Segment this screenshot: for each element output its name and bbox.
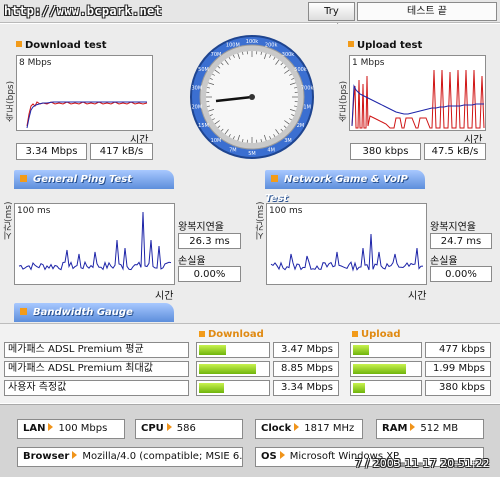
download-speed-bytes: 417 kB/s xyxy=(90,143,153,160)
gauge-tick-label: 1M xyxy=(303,105,311,111)
upload-value: 380 kbps xyxy=(425,380,491,396)
game-rtt-value: 24.7 ms xyxy=(430,233,492,249)
browser-info: Browser Mozilla/4.0 (compatible; MSIE 6.0 xyxy=(17,447,243,467)
ping-rtt-value: 26.3 ms xyxy=(178,233,241,249)
test-end-status: 테스트 끝 xyxy=(357,2,497,21)
gauge-tick-label: 5M xyxy=(248,151,256,157)
ping-chart: 100 ms xyxy=(14,203,175,285)
ping-series xyxy=(18,211,172,271)
try-again-button[interactable]: Try again xyxy=(308,2,355,34)
arrow-icon xyxy=(279,451,285,459)
gauge-tick-label: 20M xyxy=(192,105,203,111)
upload-bar-fill xyxy=(353,345,369,355)
ping-loss-label: 손실율 xyxy=(178,256,206,267)
site-url: http://www.bcpark.net xyxy=(4,4,163,18)
cpu-info: CPU 586 xyxy=(135,419,243,439)
upload-speed-bps: 380 kbps xyxy=(350,143,421,160)
download-bar xyxy=(196,361,270,377)
arrow-icon xyxy=(410,423,416,431)
bandwidth-download-header: Download xyxy=(199,329,264,340)
upload-chart: 1 Mbps xyxy=(349,55,486,131)
speed-gauge: 100k 200k 300k 500k 700k 1M 2M 3M 4M 5M 7M 10M 15M 20… xyxy=(190,35,314,159)
gauge-tick-label: 70M xyxy=(211,52,222,58)
tab-network-game-voip-test[interactable]: Network Game & VoIP Test xyxy=(265,170,425,204)
game-chart: 100 ms xyxy=(266,203,427,285)
download-test-title: Download test xyxy=(16,40,107,51)
bullet-icon xyxy=(199,331,205,337)
arrow-icon xyxy=(294,423,300,431)
bandwidth-row-label: 메가패스 ADSL Premium 최대값 xyxy=(4,361,189,377)
download-speed-bps: 3.34 Mbps xyxy=(16,143,87,160)
lan-info: LAN 100 Mbps xyxy=(17,419,125,439)
upload-series-red xyxy=(351,69,485,129)
download-bar-fill xyxy=(199,383,224,393)
gauge-pivot xyxy=(249,94,255,100)
bandwidth-upload-header: Upload xyxy=(352,329,400,340)
bullet-icon xyxy=(271,175,278,182)
gauge-tick-label: 700k xyxy=(301,85,314,91)
download-bar-fill xyxy=(199,345,226,355)
bullet-icon xyxy=(20,175,27,182)
game-loss-value: 0.00% xyxy=(430,266,492,282)
arrow-icon xyxy=(48,423,54,431)
ping-plot xyxy=(18,211,172,271)
gauge-tick-label: 500k xyxy=(294,67,307,73)
game-x-axis-label: 시간 xyxy=(408,291,427,302)
tab-bandwidth-gauge[interactable]: Bandwidth Gauge xyxy=(14,303,174,322)
gauge-tick-label: 2M xyxy=(297,123,305,129)
gauge-tick-label: 3M xyxy=(284,138,292,144)
download-series-red xyxy=(26,101,148,127)
ping-rtt-label: 왕복지연율 xyxy=(178,222,224,233)
gauge-tick-label: 30M xyxy=(192,85,203,91)
bullet-icon xyxy=(16,41,22,47)
bullet-icon xyxy=(20,308,27,315)
upload-speed-bytes: 47.5 kB/s xyxy=(424,143,486,160)
clock-info: Clock 1817 MHz xyxy=(255,419,363,439)
game-loss-label: 손실율 xyxy=(430,256,458,267)
download-value: 3.47 Mbps xyxy=(273,342,339,358)
gauge-tick-label: 50M xyxy=(198,67,209,73)
gauge-tick-label: 7M xyxy=(229,148,237,154)
arrow-icon xyxy=(72,451,78,459)
upload-bar-fill xyxy=(353,364,406,374)
download-chart: 8 Mbps xyxy=(16,55,153,131)
upload-value: 477 kbps xyxy=(425,342,491,358)
download-bar xyxy=(196,380,270,396)
bullet-icon xyxy=(352,331,358,337)
upload-test-title: Upload test xyxy=(348,40,422,51)
download-bar-fill xyxy=(199,364,256,374)
upload-value: 1.99 Mbps xyxy=(425,361,491,377)
gauge-tick-label: 100M xyxy=(226,42,240,48)
upload-bar-fill xyxy=(353,383,365,393)
download-value: 8.85 Mbps xyxy=(273,361,339,377)
download-plot xyxy=(26,101,148,129)
timestamp: 7 / 2003-11-17 20:51:22 xyxy=(355,457,490,470)
game-series xyxy=(270,233,424,272)
game-rtt-label: 왕복지연율 xyxy=(430,222,476,233)
gauge-tick-label: 100k xyxy=(246,39,259,45)
upload-plot xyxy=(351,69,485,129)
download-bar xyxy=(196,342,270,358)
bullet-icon xyxy=(348,41,354,47)
gauge-tick-label: 300k xyxy=(282,52,295,58)
download-series-blue xyxy=(26,101,147,129)
upload-bar xyxy=(350,361,422,377)
bandwidth-row-label: 사용자 측정값 xyxy=(4,380,189,396)
upload-bar xyxy=(350,380,422,396)
gauge-tick-label: 10M xyxy=(211,138,222,144)
ping-loss-value: 0.00% xyxy=(178,266,241,282)
ram-info: RAM 512 MB xyxy=(376,419,484,439)
upload-bar xyxy=(350,342,422,358)
ping-x-axis-label: 시간 xyxy=(155,291,174,302)
gauge-tick-label: 200k xyxy=(265,42,278,48)
bandwidth-row-label: 메가패스 ADSL Premium 평균 xyxy=(4,342,189,358)
game-plot xyxy=(270,233,424,272)
arrow-icon xyxy=(166,423,172,431)
gauge-tick-label: 15M xyxy=(198,123,209,129)
tab-general-ping-test[interactable]: General Ping Test xyxy=(14,170,174,189)
download-value: 3.34 Mbps xyxy=(273,380,339,396)
gauge-tick-label: 4M xyxy=(267,148,275,154)
